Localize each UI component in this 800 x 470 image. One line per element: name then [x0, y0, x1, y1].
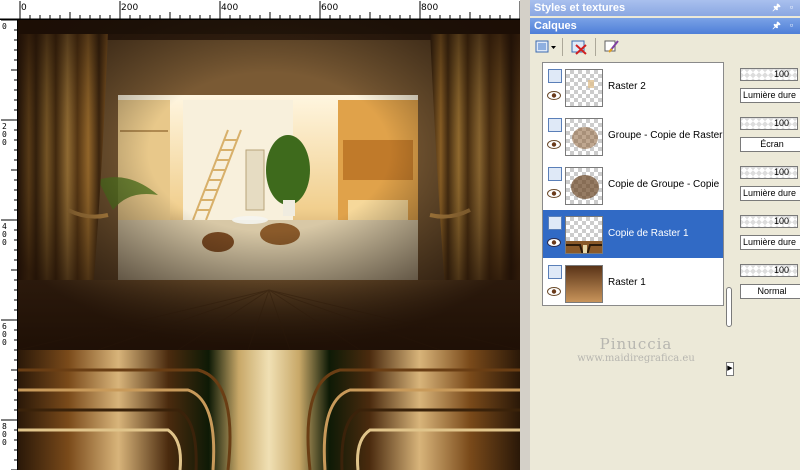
layer-row-groupe-copie[interactable]: Groupe - Copie de Raster [543, 112, 723, 160]
left-ruler-label: 4 0 0 [2, 222, 7, 247]
layer-props-groupe-copie: 100 Écran ▶ [736, 111, 800, 159]
restore-icon[interactable]: ▫ [785, 1, 798, 14]
app-window: 0 200 400 600 800 0 2 0 0 4 0 0 6 0 0 8 … [0, 0, 800, 470]
layer-name: Copie de Raster 1 [608, 228, 689, 239]
layer-thumbnail [565, 69, 603, 107]
layer-name: Raster 1 [608, 277, 646, 288]
opacity-field[interactable]: 100 [740, 117, 798, 130]
layer-name: Raster 2 [608, 81, 646, 92]
new-layer-button[interactable] [534, 37, 558, 57]
blend-mode-select[interactable]: Écran ▶ [740, 137, 800, 152]
eye-icon[interactable] [547, 140, 561, 149]
layer-props-raster-2: 100 Lumière dure ▶ [736, 62, 800, 110]
blend-mode-select[interactable]: Lumière dure ▶ [740, 186, 800, 201]
top-ruler-label: 800 [421, 3, 439, 13]
new-layer-icon [535, 40, 556, 52]
layer-properties: 100 Lumière dure ▶ 100 Écran ▶ 100 [736, 62, 800, 306]
image-canvas[interactable] [18, 20, 520, 470]
layer-name: Copie de Groupe - Copie [608, 179, 720, 190]
blend-mode-value: Lumière dure [743, 237, 797, 247]
layer-name: Groupe - Copie de Raster [608, 130, 723, 141]
layer-props-copie-de-groupe: 100 Lumière dure ▶ [736, 160, 800, 208]
left-ruler: 0 2 0 0 4 0 0 6 0 0 8 0 0 [0, 20, 18, 470]
pin-icon[interactable]: 🖈 [770, 19, 783, 32]
layer-thumbnail [565, 167, 603, 205]
toolbar-separator [562, 37, 563, 56]
top-ruler-label: 0 [21, 3, 27, 13]
eye-icon[interactable] [547, 189, 561, 198]
styles-panel-title-text: Styles et textures [534, 2, 626, 14]
layer-row-raster-1[interactable]: Raster 1 [543, 259, 723, 307]
opacity-field[interactable]: 100 [740, 215, 798, 228]
layer-thumbnail [565, 265, 603, 303]
blend-mode-value: Lumière dure [743, 188, 797, 198]
right-dock: Styles et textures 🖈 ▫ Calques 🖈 ▫ Raste… [526, 0, 800, 470]
left-ruler-label: 2 0 0 [2, 122, 7, 147]
watermark: Pinuccia www.maidiregrafica.eu [571, 335, 701, 364]
layer-thumbnail [565, 118, 603, 156]
pin-icon[interactable]: 🖈 [770, 1, 783, 14]
delete-layer-icon [571, 40, 587, 55]
opacity-field[interactable]: 100 [740, 68, 798, 81]
blend-mode-select[interactable]: Lumière dure ▶ [740, 88, 800, 103]
left-ruler-label: 8 0 0 [2, 422, 7, 447]
eye-icon[interactable] [547, 287, 561, 296]
layer-props-copie-de-raster-1: 100 Lumière dure ▶ [736, 209, 800, 257]
top-ruler-ticks [0, 1, 520, 19]
group-layer-icon [548, 167, 562, 181]
layer-list: Raster 2 Groupe - Copie de Raster Copie … [542, 62, 724, 306]
edit-brush-icon [604, 39, 619, 53]
layers-toolbar [530, 34, 800, 60]
watermark-url: www.maidiregrafica.eu [577, 353, 695, 364]
scroll-arrow-icon[interactable]: ▶ [726, 362, 734, 376]
layer-row-copie-de-groupe[interactable]: Copie de Groupe - Copie [543, 161, 723, 209]
blend-mode-select[interactable]: Lumière dure ▶ [740, 235, 800, 250]
top-ruler-label: 400 [221, 3, 239, 13]
layers-area: Raster 2 Groupe - Copie de Raster Copie … [530, 58, 800, 470]
blend-mode-value: Normal [757, 286, 787, 296]
toolbar-separator [595, 37, 596, 56]
blend-mode-value: Écran [760, 139, 784, 149]
left-ruler-label: 6 0 0 [2, 322, 7, 347]
opacity-field[interactable]: 100 [740, 166, 798, 179]
layer-thumbnail [565, 216, 603, 254]
group-layer-icon [548, 118, 562, 132]
restore-icon[interactable]: ▫ [785, 19, 798, 32]
blend-mode-value: Lumière dure [743, 90, 797, 100]
top-ruler: 0 200 400 600 800 [0, 0, 520, 20]
raster-layer-icon [548, 216, 562, 230]
eye-icon[interactable] [547, 238, 561, 247]
top-ruler-label: 600 [321, 3, 339, 13]
layers-panel-title-text: Calques [534, 20, 577, 32]
layer-row-raster-2[interactable]: Raster 2 [543, 63, 723, 111]
raster-layer-icon [548, 265, 562, 279]
layers-panel-title[interactable]: Calques 🖈 ▫ [530, 18, 800, 34]
layer-props-raster-1: 100 Normal ▶ [736, 258, 800, 306]
raster-layer-icon [548, 69, 562, 83]
scroll-handle[interactable] [726, 287, 732, 327]
opacity-field[interactable]: 100 [740, 264, 798, 277]
eye-icon[interactable] [547, 91, 561, 100]
layer-scrollbar[interactable]: ▶ [726, 62, 734, 402]
styles-panel-title[interactable]: Styles et textures 🖈 ▫ [530, 0, 800, 16]
blend-mode-select[interactable]: Normal ▶ [740, 284, 800, 299]
canvas-artwork [18, 20, 520, 470]
delete-layer-button[interactable] [567, 37, 591, 57]
left-ruler-label: 0 [2, 22, 7, 31]
top-ruler-label: 200 [121, 3, 139, 13]
edit-layer-button[interactable] [600, 37, 624, 57]
watermark-name: Pinuccia [599, 335, 673, 353]
layer-row-copie-de-raster-1[interactable]: Copie de Raster 1 [543, 210, 723, 258]
